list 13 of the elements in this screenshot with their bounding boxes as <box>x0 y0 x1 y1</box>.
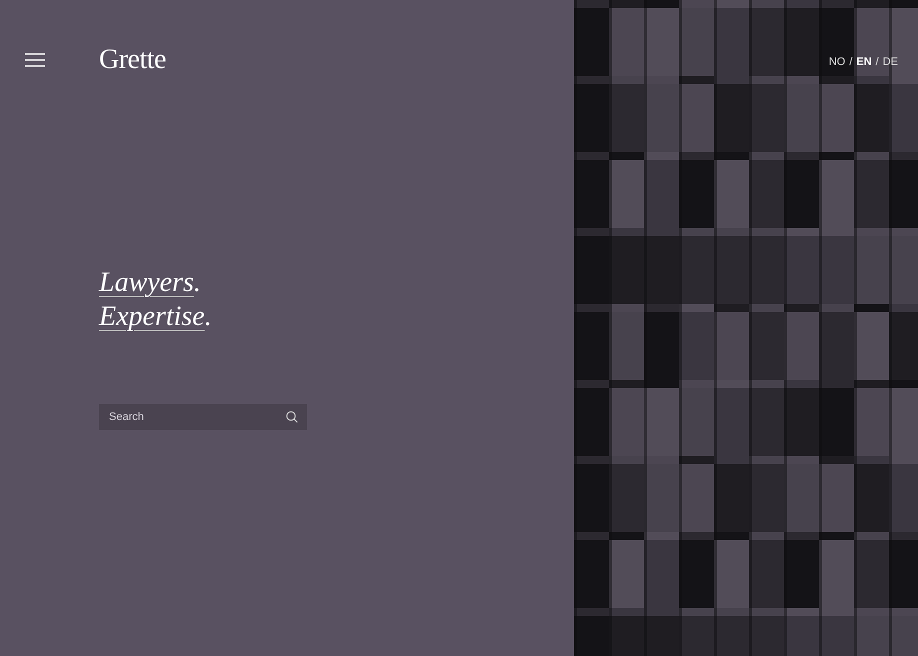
separator: / <box>876 56 879 68</box>
language-link[interactable]: NO <box>828 56 846 68</box>
period: . <box>204 301 212 332</box>
period: . <box>194 267 201 298</box>
headline-link[interactable]: Lawyers <box>99 267 194 298</box>
logo[interactable]: Grette <box>99 44 166 76</box>
language-link[interactable]: EN <box>856 56 872 68</box>
language-link[interactable]: DE <box>882 56 898 68</box>
headline-link[interactable]: Expertise <box>99 301 205 332</box>
menu-icon[interactable] <box>25 53 45 67</box>
separator: / <box>849 56 852 68</box>
search-icon[interactable] <box>286 411 298 423</box>
search-field[interactable]: Search <box>99 404 307 430</box>
